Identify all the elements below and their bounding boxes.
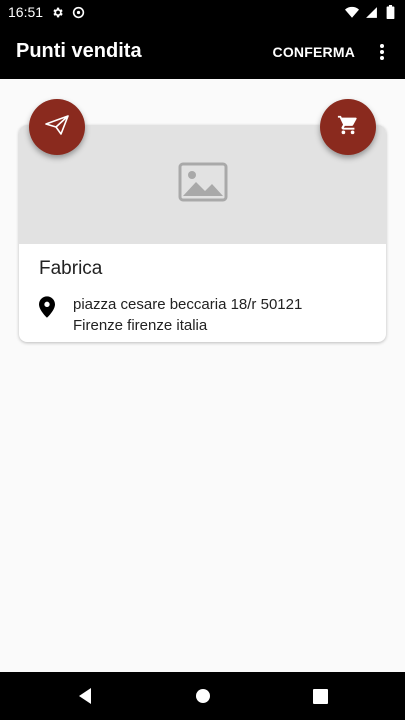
recents-icon[interactable] bbox=[311, 686, 331, 706]
location-pin-icon bbox=[39, 296, 59, 318]
status-bar: 16:51 bbox=[0, 0, 405, 24]
confirm-button[interactable]: CONFERMA bbox=[273, 44, 355, 60]
app-bar: Punti vendita CONFERMA bbox=[0, 24, 405, 79]
store-card[interactable]: Fabrica piazza cesare beccaria 18/r 5012… bbox=[19, 125, 386, 342]
wifi-icon bbox=[345, 5, 359, 19]
signal-icon bbox=[364, 5, 378, 19]
page-title: Punti vendita bbox=[16, 40, 142, 62]
sync-icon bbox=[71, 5, 85, 19]
store-address: piazza cesare beccaria 18/r 50121 Firenz… bbox=[39, 294, 366, 336]
image-placeholder-icon bbox=[178, 162, 228, 207]
status-time: 16:51 bbox=[8, 4, 44, 20]
store-name: Fabrica bbox=[39, 258, 103, 279]
address-line1: piazza cesare beccaria 18/r 50121 bbox=[73, 296, 303, 313]
navigation-bar bbox=[0, 672, 405, 720]
send-icon bbox=[45, 114, 69, 140]
home-icon[interactable] bbox=[193, 686, 213, 706]
gear-icon bbox=[50, 5, 64, 19]
store-list: Fabrica piazza cesare beccaria 18/r 5012… bbox=[0, 79, 405, 672]
back-icon[interactable] bbox=[75, 686, 95, 706]
cart-button[interactable] bbox=[320, 99, 376, 155]
address-line2: Firenze firenze italia bbox=[73, 317, 208, 334]
cart-icon bbox=[337, 114, 359, 141]
send-button[interactable] bbox=[29, 99, 85, 155]
more-vert-icon[interactable] bbox=[375, 42, 389, 62]
battery-icon bbox=[383, 5, 397, 19]
